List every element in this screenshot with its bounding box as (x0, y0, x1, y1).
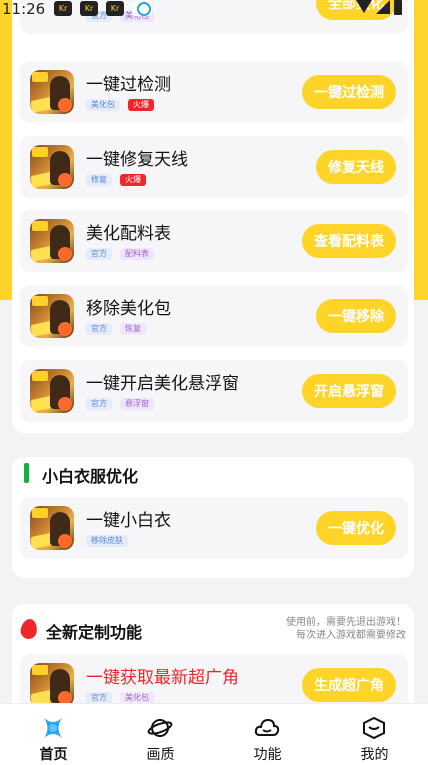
tag-list: 移除皮肤 (86, 535, 128, 547)
app-notification-icon (132, 0, 152, 16)
notice-line: 使用前，需要先退出游戏！ (286, 617, 406, 628)
list-item[interactable]: 美化配料表 官方 配料表 查看配料表 (20, 210, 408, 272)
tag-list: 官方 配料表 (86, 248, 154, 260)
list-item[interactable]: 移除美化包 官方 恢复 一键移除 (20, 285, 408, 347)
item-title: 移除美化包 (86, 299, 171, 319)
list-item[interactable]: 一键小白衣 移除皮肤 一键优化 (20, 497, 408, 559)
tag-list: 美化包 火爆 (86, 99, 154, 111)
nav-item-home[interactable]: 首页 (0, 704, 107, 765)
home-icon (44, 718, 62, 738)
tag: 修复 (86, 174, 112, 186)
status-bar: 11:26 Kr Kr Kr (0, 0, 428, 20)
planet-icon (147, 719, 173, 737)
item-title: 美化配料表 (86, 224, 171, 244)
nav-item-quality[interactable]: 画质 (107, 704, 214, 765)
bypass-check-button[interactable]: 一键过检测 (302, 75, 396, 109)
cube-icon (363, 716, 385, 740)
repair-antenna-button[interactable]: 修复天线 (316, 150, 396, 184)
open-floating-window-button[interactable]: 开启悬浮窗 (302, 374, 396, 408)
game-app-icon (30, 506, 74, 550)
status-time: 11:26 (2, 0, 46, 18)
wifi-icon (356, 0, 372, 13)
nav-item-profile[interactable]: 我的 (321, 704, 428, 765)
section-title: 全新定制功能 (46, 623, 143, 642)
tag: 移除皮肤 (86, 535, 128, 547)
hot-tag: 火爆 (120, 174, 146, 186)
generate-wide-angle-button[interactable]: 生成超广角 (302, 668, 396, 702)
nav-label: 画质 (146, 747, 175, 763)
notification-badge-icon: Kr (106, 1, 124, 16)
item-title: 一键开启美化悬浮窗 (86, 374, 239, 394)
status-icons (356, 0, 402, 16)
nav-label: 我的 (360, 747, 389, 763)
nav-label: 首页 (39, 747, 68, 763)
game-app-icon (30, 294, 74, 338)
tag: 官方 (86, 248, 112, 260)
item-title: 一键修复天线 (86, 150, 188, 170)
notification-badge-icon: Kr (54, 1, 72, 16)
item-title: 一键过检测 (86, 75, 171, 95)
tag: 美化包 (86, 99, 120, 111)
notice-line: 每次进入游戏都需要修改 (296, 630, 406, 641)
game-app-icon (30, 369, 74, 413)
nav-item-features[interactable]: 功能 (214, 704, 321, 765)
view-config-button[interactable]: 查看配料表 (302, 224, 396, 258)
signal-icon (376, 0, 390, 14)
list-item[interactable]: 一键开启美化悬浮窗 官方 悬浮窗 开启悬浮窗 (20, 360, 408, 422)
tag: 恢复 (120, 323, 146, 335)
tag: 官方 (86, 398, 112, 410)
tag: 配料表 (120, 248, 154, 260)
game-app-icon (30, 70, 74, 114)
notification-badge-icon: Kr (80, 1, 98, 16)
optimize-button[interactable]: 一键优化 (316, 511, 396, 545)
nav-label: 功能 (253, 747, 282, 763)
section-title: 小白衣服优化 (42, 467, 139, 486)
tag-list: 官方 恢复 (86, 323, 146, 335)
tag-list: 官方 悬浮窗 (86, 398, 154, 410)
tag: 悬浮窗 (120, 398, 154, 410)
game-app-icon (30, 663, 74, 707)
tag-list: 修复 火爆 (86, 174, 146, 186)
cloud-icon (254, 718, 280, 736)
battery-icon (394, 0, 402, 15)
section-accent-bar (24, 463, 29, 483)
hot-tag: 火爆 (128, 99, 154, 111)
remove-pack-button[interactable]: 一键移除 (316, 299, 396, 333)
tag: 官方 (86, 323, 112, 335)
list-item[interactable]: 一键过检测 美化包 火爆 一键过检测 (20, 61, 408, 123)
item-title: 一键获取最新超广角 (86, 668, 239, 688)
bottom-navigation: 首页 画质 功能 我的 (0, 703, 428, 765)
game-app-icon (30, 219, 74, 263)
item-title: 一键小白衣 (86, 511, 171, 531)
usage-notice: 使用前，需要先退出游戏！ 每次进入游戏都需要修改 (286, 616, 406, 642)
list-item[interactable]: 一键修复天线 修复 火爆 修复天线 (20, 136, 408, 198)
game-app-icon (30, 145, 74, 189)
